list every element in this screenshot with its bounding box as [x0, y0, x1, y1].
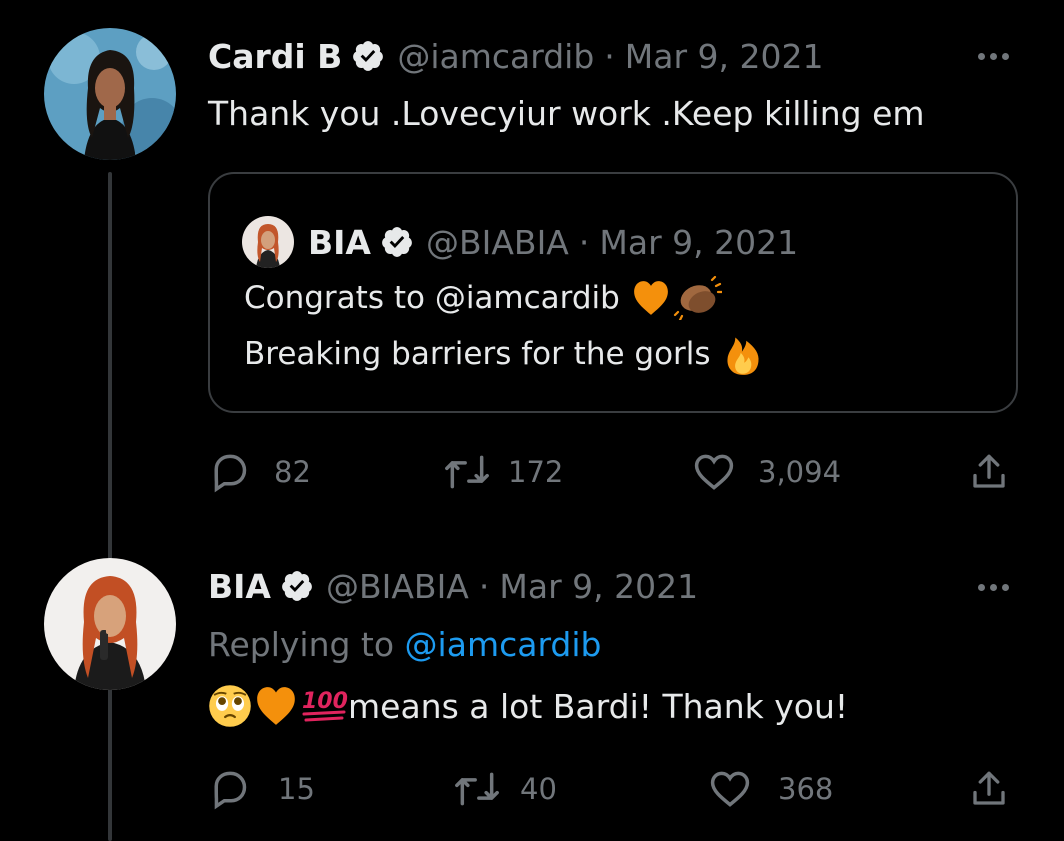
tweet1-header: Cardi B @iamcardib · Mar 9, 2021	[208, 34, 824, 78]
bia-avatar[interactable]	[44, 558, 176, 690]
separator-dot: ·	[578, 222, 590, 262]
tweet1-action-bar: 82 172 3,094	[208, 450, 1018, 500]
tweet-date[interactable]: Mar 9, 2021	[499, 567, 698, 606]
replying-to-mention[interactable]: @iamcardib	[405, 625, 602, 664]
pleading-face-icon	[208, 684, 252, 728]
quote-line-2: Breaking barriers for the gorls	[244, 332, 763, 376]
tweet1-text: Thank you .Lovecyiur work .Keep killing …	[208, 94, 925, 133]
share-button[interactable]	[968, 450, 1010, 494]
author-name[interactable]: Cardi B	[208, 37, 342, 76]
reply-button[interactable]: 15	[208, 767, 315, 811]
author-name[interactable]: BIA	[208, 567, 271, 606]
like-button[interactable]: 3,094	[692, 450, 841, 494]
more-options-icon[interactable]	[978, 53, 1009, 60]
separator-dot: ·	[478, 566, 490, 606]
thread-connector-line	[108, 172, 112, 841]
replying-to-label: Replying to	[208, 625, 395, 664]
bia-quote-avatar	[242, 216, 294, 268]
retweet-button[interactable]: 40	[452, 767, 557, 811]
verified-badge-icon	[380, 225, 414, 259]
fire-icon	[723, 332, 763, 376]
quote-line-1: Congrats to @iamcardib	[244, 275, 723, 322]
like-count: 368	[778, 772, 834, 806]
orange-heart-icon	[254, 686, 298, 726]
reply-count: 82	[274, 455, 311, 489]
replying-to-line: Replying to @iamcardib	[208, 625, 602, 664]
author-handle[interactable]: @iamcardib	[397, 37, 594, 76]
reply-button[interactable]: 82	[208, 450, 311, 494]
quote-line-2-text: Breaking barriers for the gorls	[244, 336, 711, 372]
quote-header: BIA @BIABIA · Mar 9, 2021	[308, 216, 798, 268]
quote-author-handle: @BIABIA	[425, 222, 569, 262]
separator-dot: ·	[604, 36, 615, 76]
heart-icon	[710, 771, 750, 807]
tweet2-action-bar: 15 40 368	[208, 767, 1018, 817]
share-icon	[973, 771, 1005, 805]
svg-text:100: 100	[302, 689, 348, 714]
author-handle[interactable]: @BIABIA	[326, 567, 469, 606]
tweet2-text: means a lot Bardi! Thank you!	[348, 686, 849, 726]
like-count: 3,094	[758, 455, 842, 489]
verified-badge-icon	[280, 569, 314, 603]
quoted-tweet-card[interactable]: BIA @BIABIA · Mar 9, 2021 Congrats to @i…	[208, 172, 1018, 413]
reply-icon	[214, 454, 247, 493]
retweet-icon	[455, 772, 499, 806]
hundred-points-icon: 100	[300, 686, 348, 726]
retweet-count: 40	[520, 772, 557, 806]
more-options-icon[interactable]	[978, 584, 1009, 591]
share-icon	[973, 454, 1005, 488]
retweet-count: 172	[508, 455, 564, 489]
share-button[interactable]	[968, 767, 1010, 811]
reply-count: 15	[278, 772, 315, 806]
tweet2-header: BIA @BIABIA · Mar 9, 2021	[208, 564, 698, 608]
retweet-button[interactable]: 172	[442, 450, 563, 494]
tweet-date[interactable]: Mar 9, 2021	[625, 37, 824, 76]
tweet2-text-line: 100 means a lot Bardi! Thank you!	[208, 684, 848, 728]
retweet-icon	[445, 455, 489, 489]
quote-author-name: BIA	[308, 222, 371, 262]
heart-icon	[694, 454, 734, 490]
quote-date: Mar 9, 2021	[599, 222, 799, 262]
reply-icon	[214, 771, 247, 810]
like-button[interactable]: 368	[708, 767, 833, 811]
clapping-hands-icon	[672, 275, 723, 322]
quote-line-1-text: Congrats to @iamcardib	[244, 280, 620, 316]
cardi-b-avatar[interactable]	[44, 28, 176, 160]
orange-heart-icon	[632, 280, 670, 316]
verified-badge-icon	[351, 39, 385, 73]
